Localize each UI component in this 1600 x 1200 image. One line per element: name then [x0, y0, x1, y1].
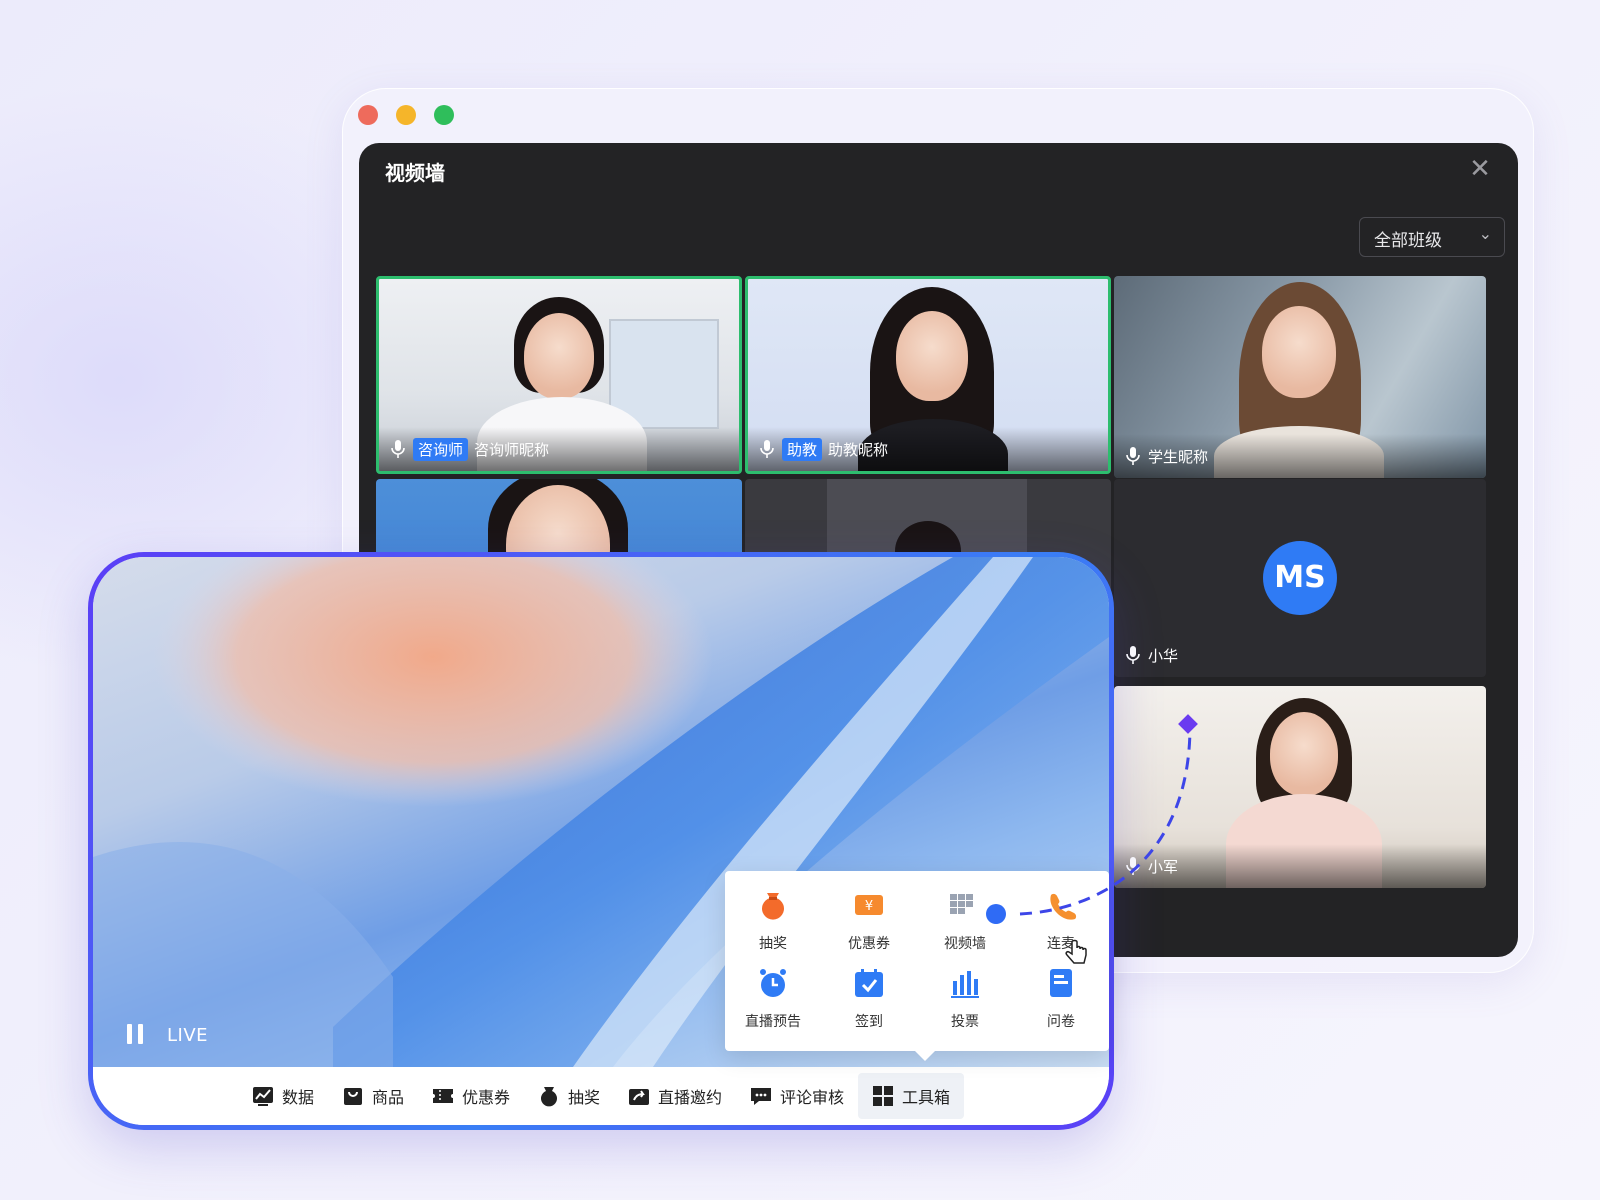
video-tile-consultant[interactable]: 咨询师 咨询师昵称 [376, 276, 742, 474]
window-close-dot[interactable] [358, 105, 378, 125]
video-tile-xiaojun[interactable]: 小军 [1114, 686, 1486, 888]
participant-name: 咨询师昵称 [474, 440, 550, 459]
video-tile-assistant[interactable]: 助教 助教昵称 [745, 276, 1111, 474]
class-filter-value: 全部班级 [1374, 231, 1442, 251]
comment-icon [751, 1088, 772, 1105]
toolbox-item-coupon[interactable]: ¥ 优惠券 [821, 889, 917, 953]
coupon-icon: ¥ [855, 895, 883, 915]
toolbar-label: 数据 [281, 1088, 314, 1107]
toolbox-label: 直播预告 [745, 1014, 801, 1030]
toolbar-data-button[interactable]: 数据 [238, 1073, 328, 1119]
toolbar-label: 优惠券 [461, 1088, 510, 1107]
invite-icon [629, 1089, 649, 1105]
microphone-icon [760, 440, 774, 458]
microphone-icon [391, 440, 405, 458]
tile-name-bar: 助教 助教昵称 [748, 427, 1108, 471]
toolbox-item-video-wall[interactable]: 视频墙 [917, 889, 1013, 953]
lottery-icon [540, 1087, 557, 1107]
participant-name: 助教昵称 [828, 440, 889, 459]
toolbox-label: 视频墙 [944, 936, 986, 952]
chevron-down-icon: ⌄ [1478, 224, 1492, 243]
microphone-icon [1126, 646, 1140, 664]
window-zoom-dot[interactable] [434, 105, 454, 125]
toolbar-label: 商品 [371, 1088, 404, 1107]
bar-chart-icon [951, 971, 979, 998]
video-wall-icon [950, 894, 973, 914]
toolbox-label: 签到 [855, 1014, 883, 1030]
participant-name: 学生昵称 [1148, 447, 1209, 466]
phone-connect-icon [1050, 893, 1077, 920]
window-minimize-dot[interactable] [396, 105, 416, 125]
data-chart-icon [252, 1087, 273, 1106]
toolbox-item-connect-mic[interactable]: 连麦 [1013, 889, 1109, 953]
toolbar-label: 评论审核 [780, 1088, 845, 1107]
tile-name-bar: 咨询师 咨询师昵称 [379, 427, 739, 471]
avatar: MS [1263, 541, 1337, 615]
toolbox-item-vote[interactable]: 投票 [917, 967, 1013, 1031]
toolbar-invite-button[interactable]: 直播邀约 [614, 1073, 736, 1119]
bottom-toolbar: 数据 商品 优惠券 抽奖 直播邀约 评论审核 工具箱 [93, 1067, 1109, 1125]
lottery-bag-icon [762, 893, 784, 920]
goods-icon [343, 1088, 362, 1105]
pause-icon[interactable] [127, 1024, 145, 1044]
toolbar-toolbox-button[interactable]: 工具箱 [858, 1073, 965, 1119]
video-tile-student[interactable]: 学生昵称 [1114, 276, 1486, 478]
svg-text:¥: ¥ [865, 899, 873, 914]
participant-name: 小华 [1148, 646, 1179, 665]
toolbox-label: 问卷 [1047, 1014, 1075, 1030]
participant-name: 小军 [1148, 857, 1179, 876]
toolbar-label: 直播邀约 [658, 1088, 723, 1107]
panel-title: 视频墙 [385, 161, 445, 185]
toolbox-label: 优惠券 [848, 936, 890, 952]
role-badge: 咨询师 [413, 437, 469, 461]
toolbar-goods-button[interactable]: 商品 [328, 1073, 418, 1119]
toolbar-lottery-button[interactable]: 抽奖 [524, 1073, 614, 1119]
toolbar-label: 抽奖 [567, 1088, 600, 1107]
tile-name-bar: 小军 [1114, 844, 1486, 888]
toolbox-item-lottery[interactable]: 抽奖 [725, 889, 821, 953]
toolbox-item-checkin[interactable]: 签到 [821, 967, 917, 1031]
tile-name-bar: 学生昵称 [1114, 434, 1486, 478]
toolbox-icon [873, 1086, 894, 1106]
toolbox-label: 连麦 [1047, 936, 1075, 952]
live-status: LIVE [167, 1025, 209, 1046]
questionnaire-icon [1050, 969, 1072, 997]
calendar-check-icon [855, 969, 883, 997]
toolbar-coupon-button[interactable]: 优惠券 [418, 1073, 524, 1119]
toolbox-label: 抽奖 [759, 936, 787, 952]
microphone-icon [1126, 857, 1140, 875]
toolbox-item-questionnaire[interactable]: 问卷 [1013, 967, 1109, 1031]
toolbox-item-live-preview[interactable]: 直播预告 [725, 967, 821, 1031]
tile-name-bar: 小华 [1114, 633, 1486, 677]
microphone-icon [1126, 447, 1140, 465]
close-icon[interactable]: ✕ [1466, 155, 1494, 183]
toolbar-comment-button[interactable]: 评论审核 [736, 1073, 858, 1119]
video-tile-xiaohua[interactable]: MS 小华 [1114, 479, 1486, 677]
role-badge: 助教 [782, 437, 823, 461]
toolbar-label: 工具箱 [902, 1088, 951, 1107]
toolbox-popup: 抽奖 ¥ 优惠券 视频墙 连麦 直播预告 签到 投票 问卷 [725, 871, 1109, 1061]
alarm-clock-icon [760, 969, 786, 997]
toolbox-label: 投票 [951, 1014, 979, 1030]
class-filter-select[interactable]: 全部班级 ⌄ [1359, 217, 1505, 257]
coupon-icon [432, 1089, 453, 1103]
